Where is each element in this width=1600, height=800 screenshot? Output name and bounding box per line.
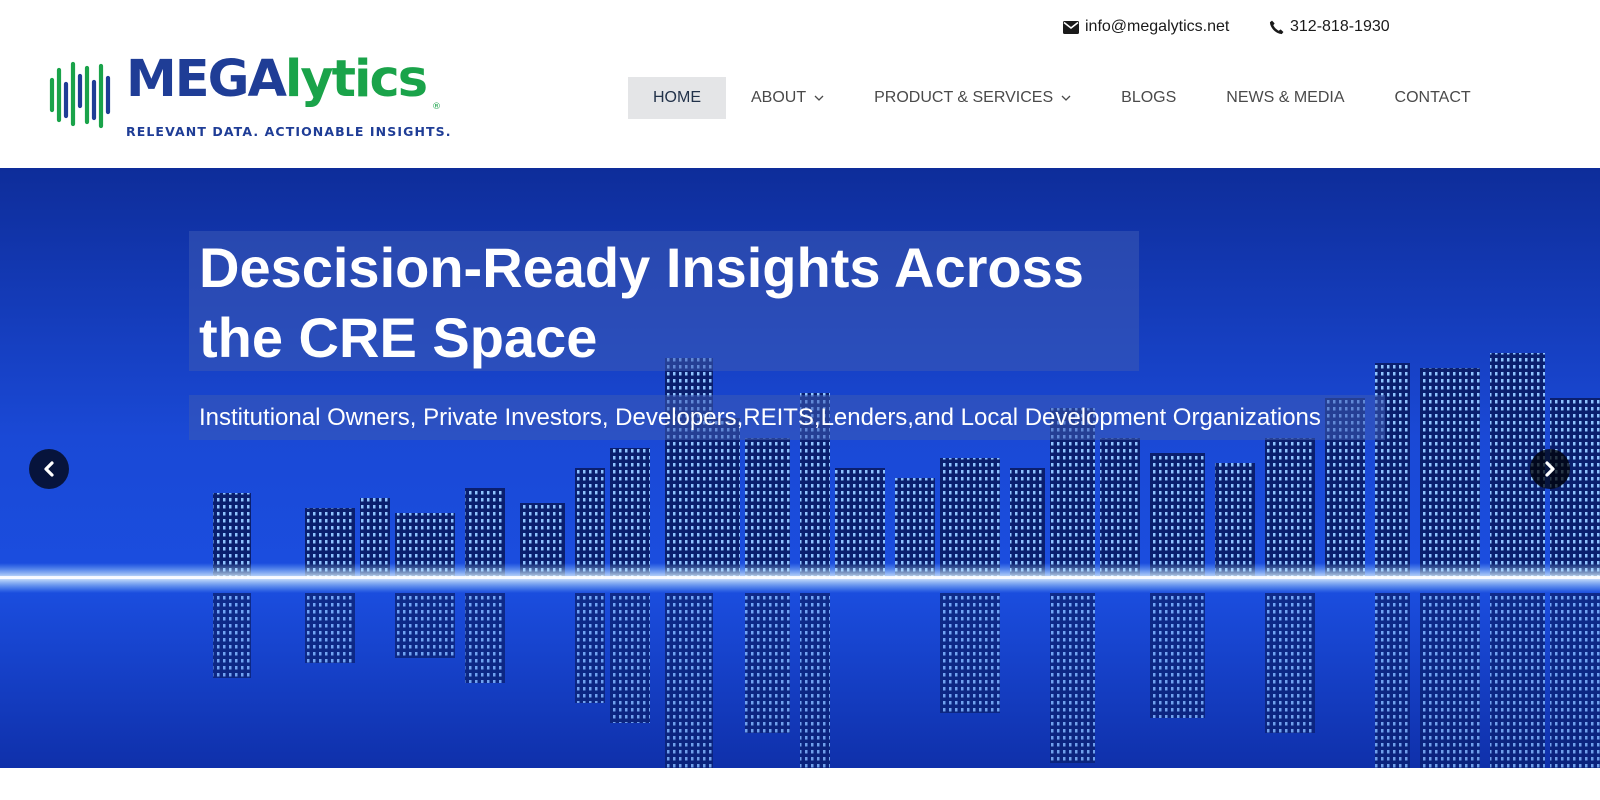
nav-item-product-services[interactable]: PRODUCT & SERVICES — [849, 77, 1096, 119]
nav-label-product-services: PRODUCT & SERVICES — [874, 89, 1054, 106]
logo-bars-mark — [49, 61, 111, 129]
nav-item-news-media[interactable]: NEWS & MEDIA — [1201, 77, 1369, 119]
logo-wordmark: MEGAlytics — [126, 54, 428, 105]
registered-mark: ® — [432, 102, 441, 112]
nav-label-about: ABOUT — [751, 89, 807, 106]
chevron-down-icon — [814, 95, 824, 101]
nav-label-blogs: BLOGS — [1121, 89, 1177, 106]
nav-item-contact[interactable]: CONTACT — [1370, 77, 1496, 119]
chevron-down-icon — [1061, 95, 1071, 101]
megalytics-logo[interactable]: MEGAlytics ® RELEVANT DATA. ACTIONABLE I… — [48, 54, 450, 140]
slider-next-button[interactable] — [1530, 449, 1570, 489]
logo-word-lytics: lytics — [284, 50, 428, 109]
phone-icon — [1269, 20, 1284, 34]
hero-subtitle: Institutional Owners, Private Investors,… — [199, 404, 1321, 431]
email-link[interactable]: info@megalytics.net — [1063, 18, 1229, 36]
phone-link[interactable]: 312-818-1930 — [1269, 18, 1390, 36]
main-nav: HOME ABOUT PRODUCT & SERVICES BLOGS NEWS… — [628, 77, 1496, 119]
logo-tagline: RELEVANT DATA. ACTIONABLE INSIGHTS. — [126, 124, 452, 139]
email-text: info@megalytics.net — [1085, 18, 1230, 35]
chevron-right-icon — [1545, 461, 1555, 477]
slider-prev-button[interactable] — [29, 449, 69, 489]
nav-label-news-media: NEWS & MEDIA — [1226, 89, 1345, 106]
top-contact-bar: info@megalytics.net 312-818-1930 — [0, 0, 1600, 55]
chevron-left-icon — [44, 461, 54, 477]
nav-item-home[interactable]: HOME — [628, 77, 726, 119]
nav-label-contact: CONTACT — [1394, 89, 1471, 106]
subtitle-panel: Institutional Owners, Private Investors,… — [189, 395, 1385, 440]
hero-slider: Descision-Ready Insights Across the CRE … — [0, 168, 1600, 768]
headline-panel: Descision-Ready Insights Across the CRE … — [189, 231, 1139, 371]
nav-item-about[interactable]: ABOUT — [726, 77, 849, 119]
logo-word-mega: MEGA — [126, 50, 287, 109]
envelope-icon — [1063, 20, 1079, 34]
hero-headline: Descision-Ready Insights Across the CRE … — [199, 236, 1084, 369]
phone-text: 312-818-1930 — [1290, 18, 1390, 35]
nav-label-home: HOME — [653, 89, 701, 106]
nav-item-blogs[interactable]: BLOGS — [1096, 77, 1201, 119]
